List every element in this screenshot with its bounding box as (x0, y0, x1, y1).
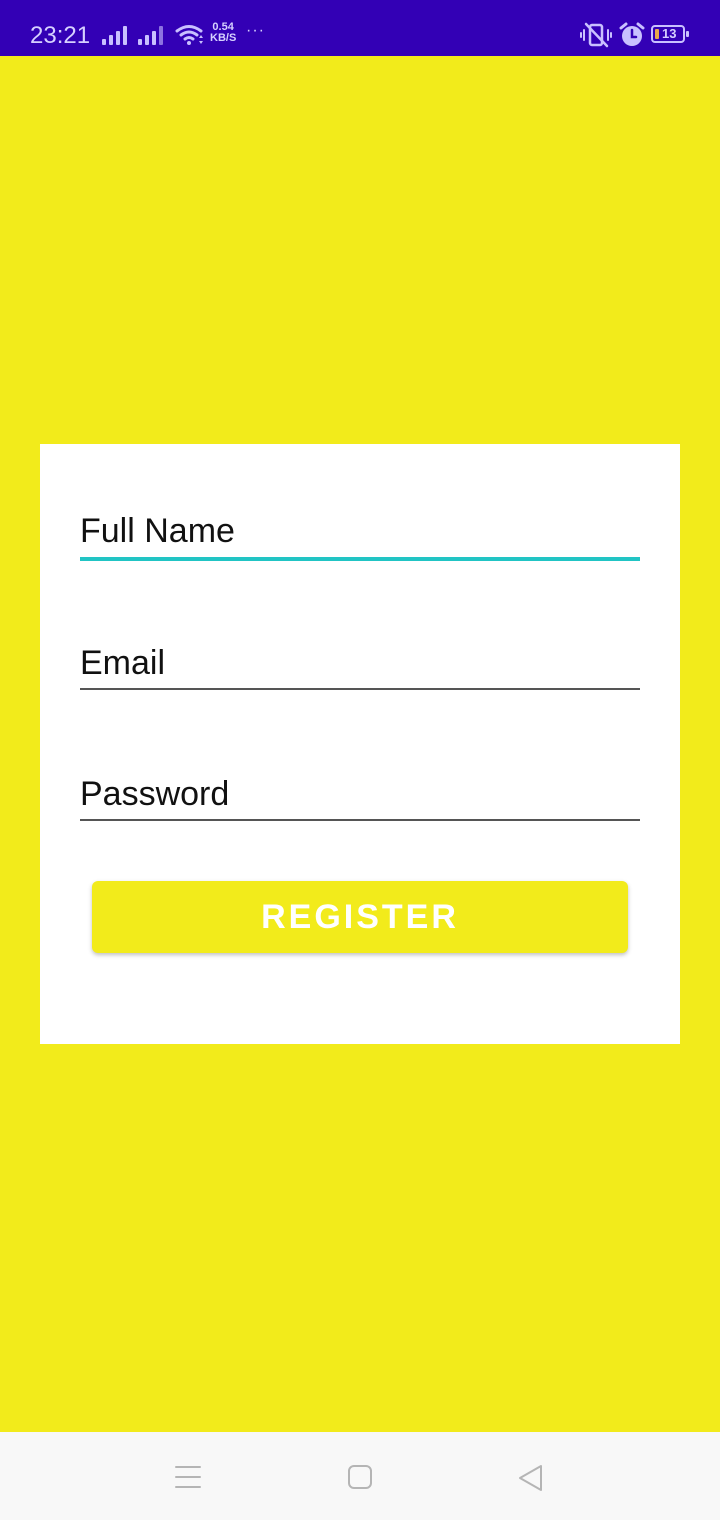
password-label: Password (80, 775, 230, 813)
menu-icon[interactable] (174, 1464, 202, 1490)
email-underline (80, 688, 640, 690)
email-label: Email (80, 644, 166, 682)
battery-fill (655, 29, 659, 39)
wifi-icon (175, 25, 203, 45)
register-card: Full Name Email Password REGISTER (40, 444, 680, 1044)
email-field[interactable]: Email (80, 640, 640, 696)
password-underline (80, 819, 640, 821)
register-button[interactable]: REGISTER (92, 881, 628, 953)
full-name-field[interactable]: Full Name (80, 508, 640, 564)
battery-level: 13 (662, 26, 677, 41)
home-icon[interactable] (347, 1464, 373, 1490)
full-name-label: Full Name (80, 512, 235, 550)
vibrate-mute-icon (580, 22, 612, 48)
battery-tip (686, 31, 689, 37)
full-name-underline (80, 557, 640, 561)
back-icon[interactable] (517, 1464, 545, 1492)
alarm-icon (619, 22, 645, 46)
more-notifications: ··· (246, 22, 265, 39)
signal-icon (102, 25, 127, 45)
navigation-bar (0, 1432, 720, 1520)
network-speed-unit: KB/S (210, 32, 237, 44)
battery-icon: 13 (651, 25, 689, 43)
status-time: 23:21 (30, 22, 91, 49)
signal-icon-2 (138, 25, 163, 45)
password-field[interactable]: Password (80, 771, 640, 827)
status-bar: 23:21 0.54 KB/S ··· 13 (0, 0, 720, 56)
network-speed: 0.54 KB/S (210, 22, 236, 44)
